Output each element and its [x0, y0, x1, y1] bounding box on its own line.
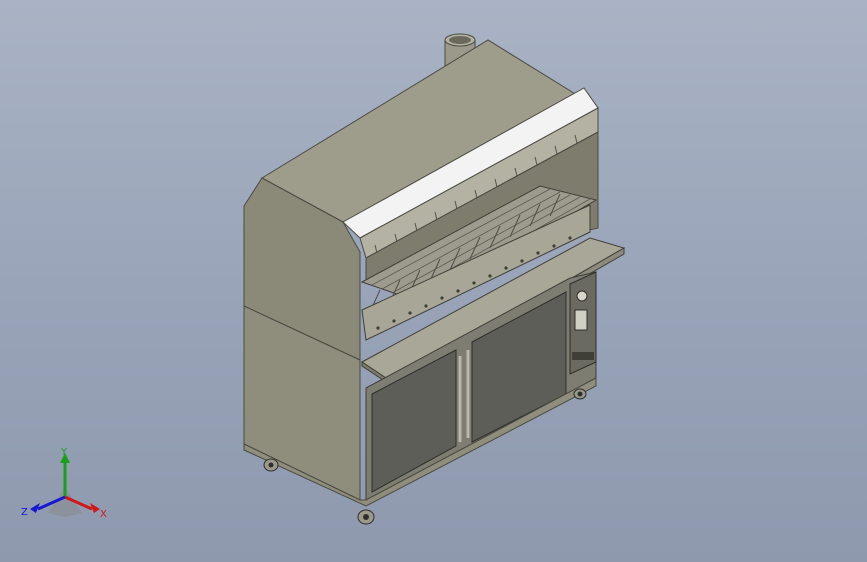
control-switch-icon[interactable]	[574, 309, 588, 331]
bbq-grill-model[interactable]	[0, 0, 867, 562]
3d-viewport[interactable]: Y X Z	[0, 0, 867, 562]
control-dial-icon[interactable]	[576, 290, 588, 302]
control-panel	[569, 271, 597, 375]
y-axis-label: Y	[60, 447, 68, 458]
axis-triad: Y X Z	[21, 447, 107, 520]
z-axis-label: Z	[21, 507, 28, 518]
x-axis-label: X	[100, 509, 107, 520]
